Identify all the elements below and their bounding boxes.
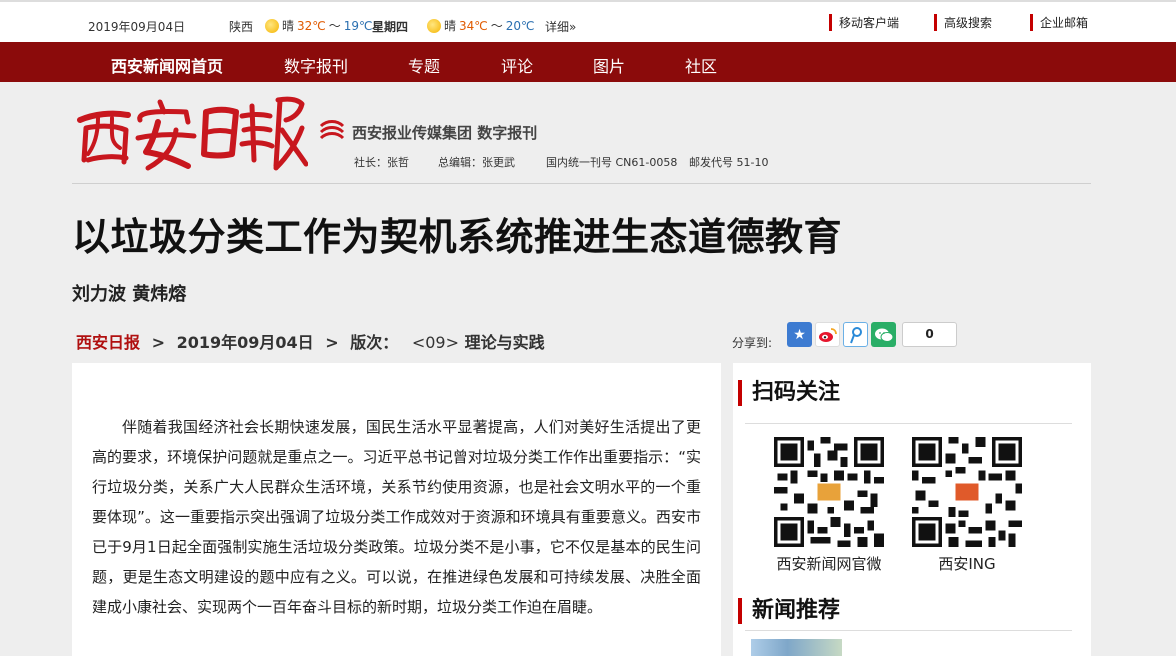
wechat-icon[interactable] bbox=[871, 322, 896, 347]
divider bbox=[745, 423, 1072, 424]
nav-home[interactable]: 西安新闻网首页 bbox=[111, 53, 223, 77]
xian-daily-logo[interactable] bbox=[76, 90, 308, 172]
qr-code-xian-ing bbox=[912, 437, 1022, 547]
breadcrumb-source-link[interactable]: 西安日报 bbox=[76, 333, 140, 352]
postal-code: 邮发代号 51-10 bbox=[689, 156, 769, 169]
media-group-name: 西安报业传媒集团 数字报刊 bbox=[352, 124, 538, 142]
weather-tomorrow: 晴 34℃ ～ 20℃ bbox=[427, 17, 535, 34]
breadcrumb: 西安日报 > 2019年09月04日 > 版次： <09> 理论与实践 bbox=[76, 329, 545, 353]
article-title: 以垃圾分类工作为契机系统推进生态道德教育 bbox=[72, 215, 843, 259]
edition-number[interactable]: <09> bbox=[412, 333, 459, 352]
chief-editor-info: 总编辑：张更武 bbox=[438, 156, 515, 169]
edition-section[interactable]: 理论与实践 bbox=[465, 333, 545, 352]
qr-label-xian-ing: 西安ING bbox=[938, 555, 996, 573]
weather-tomorrow-condition: 晴 bbox=[444, 19, 457, 33]
divider bbox=[745, 630, 1072, 631]
breadcrumb-separator: > bbox=[325, 333, 339, 352]
nav-pictures[interactable]: 图片 bbox=[593, 53, 625, 77]
tencent-weibo-icon[interactable] bbox=[843, 322, 868, 347]
top-info-bar: 2019年09月04日 陕西 晴 32℃ ～ 19℃ 星期四 晴 34℃ ～ 20℃ 详… bbox=[0, 0, 1176, 42]
article-body: 伴随着我国经济社会长期快速发展，国民生活水平显著提高，人们对美好生活提出了更高的… bbox=[72, 363, 721, 656]
article-paragraph: 伴随着我国经济社会长期快速发展，国民生活水平显著提高，人们对美好生活提出了更高的… bbox=[92, 418, 701, 616]
breadcrumb-separator: > bbox=[151, 333, 165, 352]
group-swirl-icon bbox=[319, 120, 345, 140]
weibo-icon[interactable] bbox=[815, 322, 840, 347]
edition-label: 版次： bbox=[350, 333, 399, 352]
sun-icon bbox=[265, 18, 279, 33]
nav-topics[interactable]: 专题 bbox=[408, 53, 440, 77]
share-label: 分享到: bbox=[732, 336, 773, 350]
weather-today-high: 32℃ bbox=[297, 18, 326, 33]
weekday: 星期四 bbox=[372, 20, 409, 34]
masthead: 西安报业传媒集团 数字报刊 社长：张哲 总编辑：张更武 国内统一刊号 CN61-… bbox=[72, 82, 1091, 184]
article-authors: 刘力波 黄炜熔 bbox=[72, 284, 187, 305]
weather-today-condition: 晴 bbox=[282, 19, 295, 33]
weather-today-sep: ～ bbox=[328, 19, 341, 33]
mobile-client-link[interactable]: 移动客户端 bbox=[829, 14, 899, 31]
weather-detail-link[interactable]: 详细» bbox=[545, 18, 576, 35]
president-info: 社长：张哲 bbox=[354, 156, 409, 169]
weather-tomorrow-high: 34℃ bbox=[459, 18, 488, 33]
nav-comments[interactable]: 评论 bbox=[501, 53, 533, 77]
weather-today: 晴 32℃ ～ 19℃ bbox=[265, 17, 373, 34]
qzone-icon[interactable]: ★ bbox=[787, 322, 812, 347]
weather-tomorrow-sep: ～ bbox=[490, 19, 503, 33]
main-nav: 西安新闻网首页 数字报刊 专题 评论 图片 社区 bbox=[0, 42, 1176, 82]
qr-label-official-weibo: 西安新闻网官微 bbox=[776, 555, 882, 573]
sidebar: 扫码关注 西安新闻网官微 西安ING 新闻推荐 bbox=[733, 363, 1091, 656]
weather-tomorrow-low: 20℃ bbox=[505, 18, 535, 33]
nav-digital-paper[interactable]: 数字报刊 bbox=[284, 53, 348, 77]
cn-number: 国内统一刊号 CN61-0058 bbox=[546, 156, 678, 169]
sun-icon bbox=[427, 18, 441, 33]
enterprise-mail-link[interactable]: 企业邮箱 bbox=[1030, 14, 1088, 31]
share-count: 0 bbox=[902, 322, 957, 347]
qr-code-official-weibo bbox=[774, 437, 884, 547]
news-thumbnail[interactable] bbox=[751, 639, 842, 656]
breadcrumb-date[interactable]: 2019年09月04日 bbox=[177, 333, 314, 352]
advanced-search-link[interactable]: 高级搜索 bbox=[934, 14, 992, 31]
current-date: 2019年09月04日 bbox=[88, 20, 186, 34]
weather-today-low: 19℃ bbox=[343, 18, 373, 33]
weather-city: 陕西 bbox=[229, 20, 254, 34]
scan-follow-title: 扫码关注 bbox=[738, 380, 840, 406]
nav-community[interactable]: 社区 bbox=[685, 53, 717, 77]
news-recommend-title: 新闻推荐 bbox=[738, 598, 840, 624]
